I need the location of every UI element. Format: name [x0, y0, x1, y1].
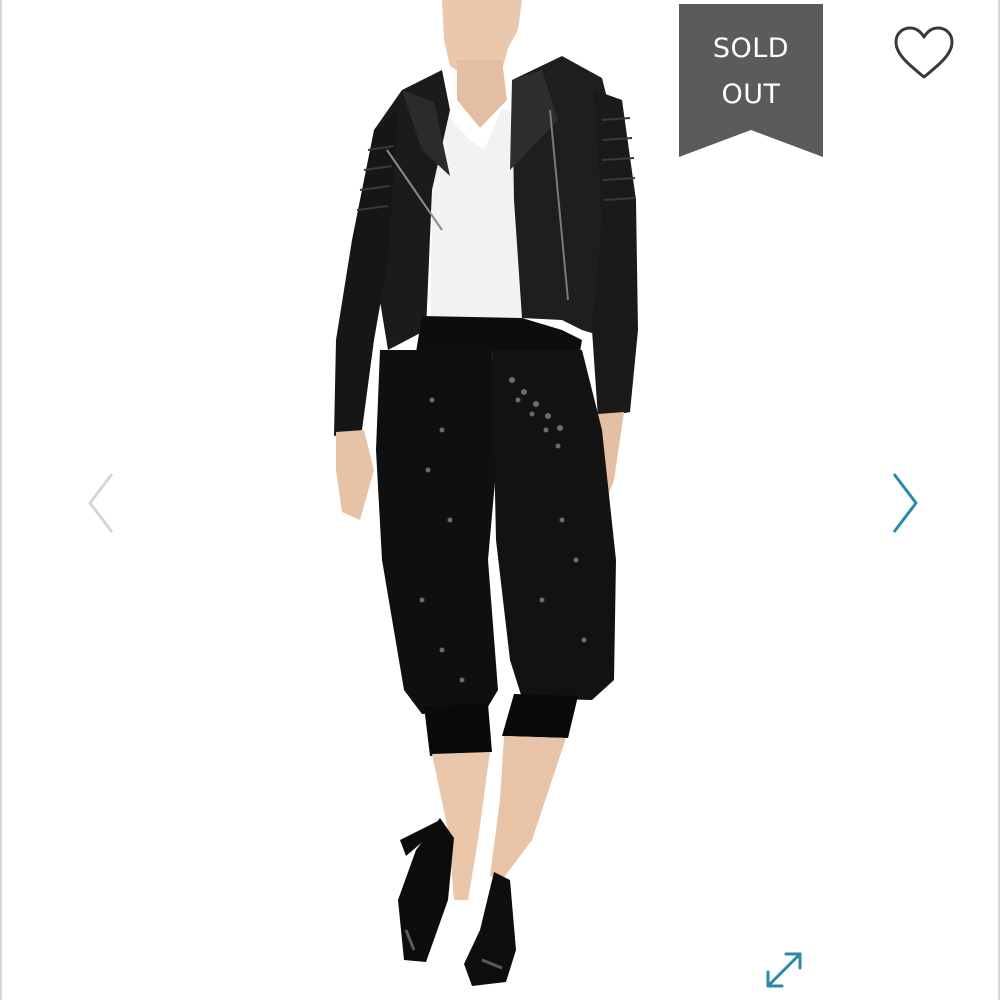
sold-out-line-1: SOLD: [712, 33, 790, 64]
next-image-button[interactable]: [884, 468, 924, 538]
sold-out-line-2: OUT: [721, 79, 781, 110]
product-image-viewer: SOLD OUT: [0, 0, 1000, 1000]
chevron-right-icon: [892, 473, 918, 533]
heart-outline-icon: [894, 26, 954, 79]
chevron-left-icon: [88, 473, 114, 533]
sold-out-label: SOLD OUT: [679, 26, 823, 118]
expand-image-button[interactable]: [762, 948, 806, 992]
expand-diagonal-icon: [766, 952, 802, 988]
like-button[interactable]: [890, 24, 958, 82]
product-photo: [334, 0, 638, 986]
sold-out-badge: SOLD OUT: [679, 4, 823, 157]
previous-image-button[interactable]: [82, 468, 122, 538]
